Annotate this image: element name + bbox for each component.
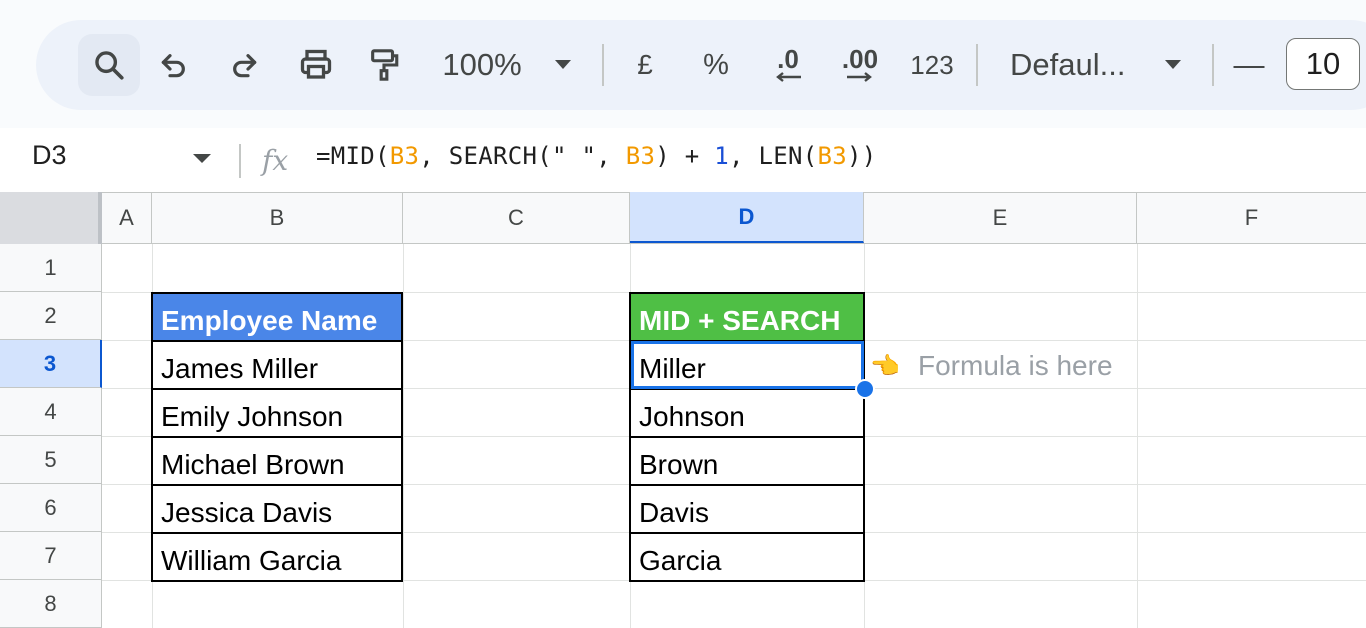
formula-token-plain: )) — [847, 142, 877, 170]
cell-b3[interactable]: James Miller — [151, 340, 403, 390]
arrow-left-icon — [776, 72, 801, 82]
decrease-decimal-button[interactable]: .0 — [760, 20, 816, 110]
increase-decimal-button[interactable]: .00 — [832, 20, 888, 110]
name-box[interactable]: D3 — [32, 140, 67, 171]
row-header-1[interactable]: 1 — [0, 244, 102, 292]
formula-token-ref: B3 — [625, 142, 656, 170]
fx-icon: fx — [260, 144, 288, 177]
undo-icon[interactable] — [154, 20, 194, 110]
row-header-7[interactable]: 7 — [0, 532, 102, 580]
row-header-4[interactable]: 4 — [0, 388, 102, 436]
formula-token-plain: , LEN( — [729, 142, 818, 170]
annotation-text: Formula is here — [918, 350, 1113, 381]
cell-d4[interactable]: Johnson — [629, 388, 865, 438]
cell-b4[interactable]: Emily Johnson — [151, 388, 403, 438]
formula-input[interactable]: =MID(B3, SEARCH(" ", B3) + 1, LEN(B3)) — [316, 142, 877, 170]
column-header-f[interactable]: F — [1137, 192, 1366, 243]
toolbar-divider — [976, 44, 978, 86]
toolbar-divider — [602, 44, 604, 86]
cell-d2[interactable]: MID + SEARCH — [629, 292, 865, 342]
currency-format-button[interactable]: £ — [628, 20, 662, 110]
svg-text:fx: fx — [260, 144, 288, 177]
zoom-select[interactable]: 100% — [436, 20, 528, 110]
formula-token-num: 1 — [714, 142, 729, 170]
formula-bar-divider — [239, 144, 241, 178]
column-header-c[interactable]: C — [403, 192, 630, 243]
formula-token-plain: ) + — [655, 142, 715, 170]
paint-format-icon[interactable] — [364, 20, 404, 110]
decrease-decimal-label: .0 — [777, 44, 799, 74]
arrow-right-icon — [847, 72, 872, 82]
row-header-3[interactable]: 3 — [0, 340, 102, 388]
active-cell-border — [631, 341, 864, 389]
formula-token-ref: B3 — [817, 142, 847, 170]
toolbar: 100% £ % .0 .00 123 Defaul... — 10 — [36, 20, 1366, 110]
spreadsheet-grid: A B C D E F 1 2 3 4 5 6 7 8 Employee Nam… — [0, 192, 1366, 628]
select-all-corner[interactable] — [0, 192, 102, 244]
more-formats-button[interactable]: 123 — [904, 20, 960, 110]
column-header-b[interactable]: B — [152, 192, 403, 243]
fill-handle[interactable] — [855, 379, 875, 399]
toolbar-divider — [1212, 44, 1214, 86]
cell-b2[interactable]: Employee Name — [151, 292, 403, 342]
name-box-chevron-down-icon[interactable] — [192, 153, 212, 165]
cell-d6[interactable]: Davis — [629, 484, 865, 534]
column-header-a[interactable]: A — [102, 192, 152, 243]
column-header-d[interactable]: D — [630, 192, 864, 243]
cell-b7[interactable]: William Garcia — [151, 532, 403, 582]
cell-b6[interactable]: Jessica Davis — [151, 484, 403, 534]
print-icon[interactable] — [294, 20, 338, 110]
formula-token-ref: B3 — [389, 142, 420, 170]
search-icon[interactable] — [78, 20, 140, 110]
row-header-2[interactable]: 2 — [0, 292, 102, 340]
font-chevron-down-icon[interactable] — [1158, 20, 1188, 110]
formula-token-plain: =MID( — [316, 142, 390, 170]
decrease-font-size-button[interactable]: — — [1232, 20, 1266, 110]
row-header-6[interactable]: 6 — [0, 484, 102, 532]
row-header-5[interactable]: 5 — [0, 436, 102, 484]
cell-d7[interactable]: Garcia — [629, 532, 865, 582]
font-family-select[interactable]: Defaul... — [1010, 20, 1134, 110]
cell-b5[interactable]: Michael Brown — [151, 436, 403, 486]
redo-icon[interactable] — [224, 20, 264, 110]
zoom-chevron-down-icon[interactable] — [548, 20, 578, 110]
font-size-input[interactable]: 10 — [1286, 38, 1360, 90]
increase-decimal-label: .00 — [841, 44, 879, 74]
cell-d5[interactable]: Brown — [629, 436, 865, 486]
row-header-8[interactable]: 8 — [0, 580, 102, 628]
column-header-e[interactable]: E — [864, 192, 1137, 243]
percent-format-button[interactable]: % — [696, 20, 736, 110]
pointing-hand-icon: 👈 — [870, 353, 900, 380]
formula-token-plain: , SEARCH(" ", — [419, 142, 626, 170]
